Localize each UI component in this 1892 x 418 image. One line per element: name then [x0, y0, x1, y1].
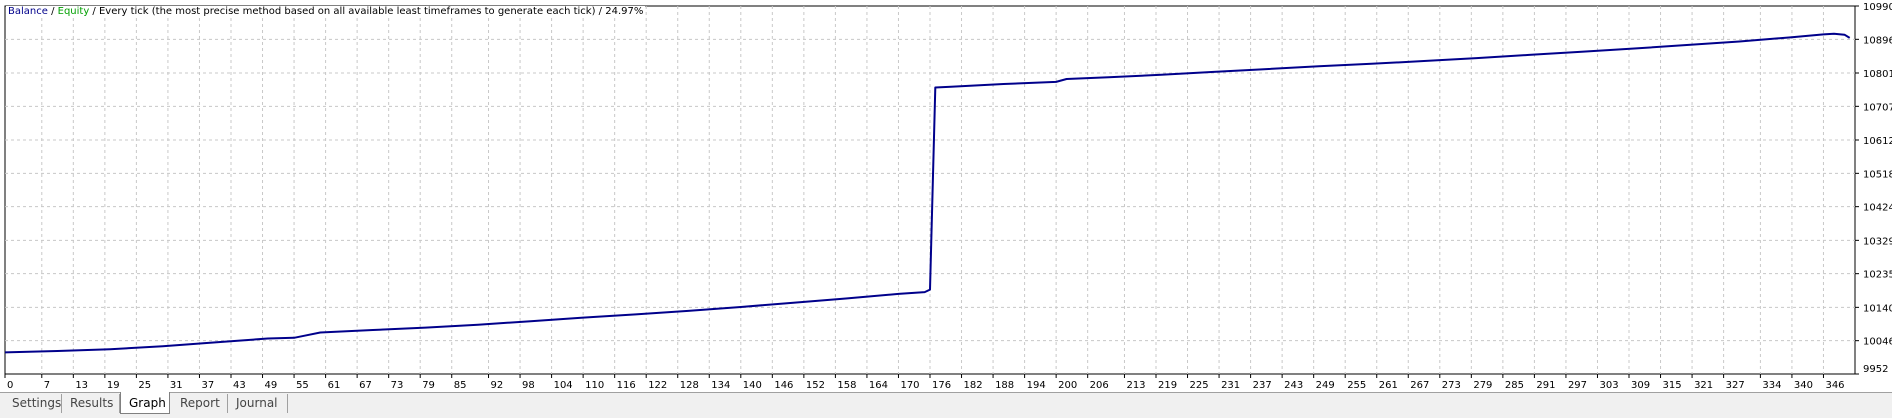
tab-bar: Settings Results Graph Report Journal: [0, 392, 1892, 418]
x-tick-label: 67: [359, 380, 372, 391]
x-tick-label: 49: [265, 380, 278, 391]
legend-percent: 24.97%: [605, 6, 644, 17]
y-tick-label: 10612: [1863, 136, 1892, 147]
y-tick-label: 10329: [1863, 236, 1892, 247]
x-tick-label: 13: [75, 380, 88, 391]
x-tick-label: 206: [1090, 380, 1109, 391]
tab-journal[interactable]: Journal: [228, 394, 288, 413]
y-tick-label: 10046: [1863, 337, 1892, 348]
x-tick-label: 261: [1379, 380, 1398, 391]
x-tick-label: 98: [522, 380, 535, 391]
x-tick-label: 104: [554, 380, 573, 391]
x-tick-label: 231: [1221, 380, 1240, 391]
x-tick-label: 176: [932, 380, 951, 391]
x-tick-label: 315: [1663, 380, 1682, 391]
legend-balance: Balance: [8, 6, 48, 17]
x-tick-label: 158: [837, 380, 856, 391]
x-tick-label: 25: [138, 380, 151, 391]
x-tick-label: 122: [648, 380, 667, 391]
x-tick-label: 140: [743, 380, 762, 391]
x-tick-label: 85: [454, 380, 467, 391]
legend-separator: /: [595, 6, 606, 17]
x-tick-label: 7: [44, 380, 50, 391]
y-tick-label: 10707: [1863, 102, 1892, 113]
x-tick-label: 116: [617, 380, 636, 391]
legend-separator: /: [47, 6, 58, 17]
x-tick-label: 146: [774, 380, 793, 391]
x-tick-label: 200: [1058, 380, 1077, 391]
chart-area: 0 7 13 19 25 31 37 43 49 55 61 67 73 79 85 92 98 104 110 11…: [0, 0, 1892, 392]
x-tick-label: 134: [711, 380, 730, 391]
x-tick-label: 43: [233, 380, 246, 391]
x-tick-label: 31: [170, 380, 183, 391]
x-tick-label: 182: [964, 380, 983, 391]
legend-description: Every tick (the most precise method base…: [98, 6, 596, 17]
x-tick-label: 55: [296, 380, 309, 391]
x-tick-label: 243: [1284, 380, 1303, 391]
x-tick-label: 291: [1536, 380, 1555, 391]
y-tick-label: 9952: [1863, 364, 1888, 375]
x-tick-label: 164: [869, 380, 888, 391]
x-tick-label: 225: [1190, 380, 1209, 391]
x-tick-label: 327: [1726, 380, 1745, 391]
x-tick-label: 321: [1694, 380, 1713, 391]
y-tick-label: 10896: [1863, 35, 1892, 46]
x-tick-label: 219: [1158, 380, 1177, 391]
x-tick-label: 285: [1505, 380, 1524, 391]
chart-legend: Balance / Equity / Every tick (the most …: [6, 6, 646, 17]
x-tick-label: 61: [328, 380, 341, 391]
x-tick-label: 37: [201, 380, 214, 391]
x-tick-label: 79: [422, 380, 435, 391]
x-tick-label: 0: [7, 380, 13, 391]
y-tick-label: 10424: [1863, 203, 1892, 214]
tab-report[interactable]: Report: [172, 394, 228, 413]
x-tick-label: 340: [1794, 380, 1813, 391]
x-tick-label: 92: [491, 380, 504, 391]
x-tick-label: 188: [995, 380, 1014, 391]
x-tick-label: 249: [1316, 380, 1335, 391]
x-tick-label: 267: [1410, 380, 1429, 391]
y-tick-label: 10518: [1863, 169, 1892, 180]
tab-results[interactable]: Results: [62, 394, 120, 413]
y-tick-label: 10990: [1863, 2, 1892, 13]
x-tick-label: 73: [391, 380, 404, 391]
x-tick-label: 237: [1253, 380, 1272, 391]
x-tick-label: 309: [1631, 380, 1650, 391]
y-tick-label: 10801: [1863, 69, 1892, 80]
x-tick-label: 297: [1568, 380, 1587, 391]
balance-chart: 0 7 13 19 25 31 37 43 49 55 61 67 73 79 85 92 98 104 110 11…: [4, 2, 1892, 391]
x-tick-label: 194: [1027, 380, 1046, 391]
legend-equity: Equity: [57, 6, 90, 17]
x-tick-label: 213: [1126, 380, 1145, 391]
x-tick-label: 334: [1762, 380, 1781, 391]
x-tick-label: 152: [806, 380, 825, 391]
x-tick-label: 303: [1599, 380, 1618, 391]
x-tick-label: 170: [900, 380, 919, 391]
x-tick-label: 110: [585, 380, 604, 391]
tab-settings[interactable]: Settings: [4, 394, 62, 413]
x-tick-label: 346: [1825, 380, 1844, 391]
x-tick-label: 19: [107, 380, 120, 391]
y-tick-label: 10140: [1863, 303, 1892, 314]
x-tick-label: 279: [1473, 380, 1492, 391]
x-tick-label: 273: [1442, 380, 1461, 391]
tab-graph[interactable]: Graph: [120, 392, 170, 414]
x-tick-label: 255: [1347, 380, 1366, 391]
legend-separator: /: [89, 6, 99, 17]
y-tick-label: 10235: [1863, 270, 1892, 281]
x-tick-label: 128: [680, 380, 699, 391]
